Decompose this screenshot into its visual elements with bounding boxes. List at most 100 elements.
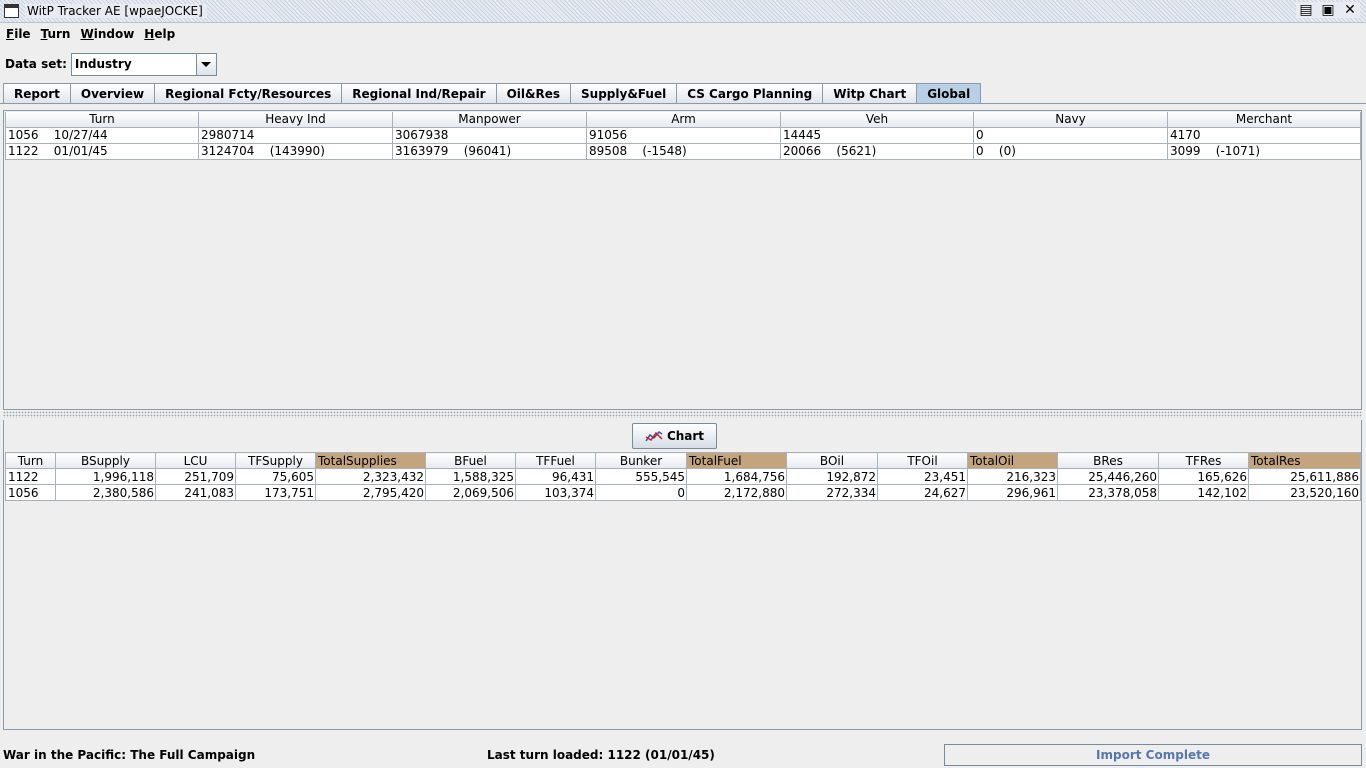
column-header[interactable]: LCU — [155, 452, 236, 469]
menu-mnemonic: H — [144, 27, 155, 41]
column-header[interactable]: TotalRes — [1248, 452, 1361, 469]
totals-panel: Chart Turn BSupply LCU TFSupply TotalSupplie… — [3, 420, 1362, 730]
column-header[interactable]: Manpower — [392, 112, 587, 128]
minimize-icon[interactable]: ▤ — [1298, 2, 1314, 18]
column-header[interactable]: Bunker — [595, 452, 687, 469]
table-row[interactable]: 1056 10/27/44 2980714 3067938 91056 14445 0 41… — [5, 126, 1361, 144]
menu-bar: File Turn Window Help — [0, 24, 1366, 44]
table-cell: 2,795,420 — [315, 484, 426, 501]
dataset-select[interactable]: Industry — [70, 52, 217, 76]
table-cell: 1,684,756 — [686, 468, 787, 485]
table-cell: 1056 10/27/44 — [5, 126, 199, 144]
column-header[interactable]: BFuel — [425, 452, 516, 469]
column-header[interactable]: Navy — [973, 112, 1168, 128]
menu-file[interactable]: File — [1, 27, 36, 41]
table-cell: 25,446,260 — [1057, 468, 1159, 485]
table-cell: 173,751 — [235, 484, 316, 501]
table-cell: 24,627 — [877, 484, 968, 501]
status-game-name: War in the Pacific: The Full Campaign — [3, 748, 256, 762]
menu-label: urn — [47, 27, 71, 41]
menu-turn[interactable]: Turn — [36, 27, 76, 41]
table-cell: 192,872 — [786, 468, 878, 485]
table-cell: 2,172,880 — [686, 484, 787, 501]
table-cell: 241,083 — [155, 484, 236, 501]
tab-supply-fuel[interactable]: Supply&Fuel — [570, 83, 678, 103]
chart-icon — [645, 431, 663, 442]
column-header[interactable]: Turn — [5, 112, 199, 128]
table-row[interactable]: 1056 2,380,586 241,083 173,751 2,795,420 2,06… — [5, 484, 1361, 501]
menu-label: elp — [154, 27, 176, 41]
column-header[interactable]: TFSupply — [235, 452, 316, 469]
dataset-label: Data set: — [5, 57, 67, 71]
table-cell: 3163979 (96041) — [392, 142, 587, 160]
table-cell: 75,605 — [235, 468, 316, 485]
window-title: WitP Tracker AE [wpaeJOCKE] — [25, 4, 207, 18]
column-header[interactable]: BOil — [786, 452, 878, 469]
dropdown-arrow[interactable] — [195, 53, 216, 75]
table-cell: 296,961 — [967, 484, 1058, 501]
table-cell: 1122 01/01/45 — [5, 142, 199, 160]
tab-oil-res[interactable]: Oil&Res — [495, 83, 572, 103]
column-header[interactable]: TFRes — [1158, 452, 1249, 469]
table-cell: 3124704 (143990) — [198, 142, 393, 160]
column-header[interactable]: Heavy Ind — [198, 112, 393, 128]
table-cell: 96,431 — [515, 468, 596, 485]
table-cell: 3099 (-1071) — [1167, 142, 1361, 160]
window-controls: ▤ ▣ ✕ — [1296, 2, 1360, 18]
table-cell: 142,102 — [1158, 484, 1249, 501]
table-row[interactable]: 1122 01/01/45 3124704 (143990) 3163979 (96… — [5, 142, 1361, 160]
column-header[interactable]: TFFuel — [515, 452, 596, 469]
chevron-down-icon — [201, 61, 212, 67]
column-header[interactable]: TFOil — [877, 452, 968, 469]
table-cell: 1,996,118 — [55, 468, 156, 485]
table-cell: 2,323,432 — [315, 468, 426, 485]
status-last-turn: Last turn loaded: 1122 (01/01/45) — [487, 748, 715, 762]
table-cell: 2,380,586 — [55, 484, 156, 501]
column-header[interactable]: TotalSupplies — [315, 452, 426, 469]
table-cell: 0 — [595, 484, 687, 501]
industry-panel: Turn Heavy Ind Manpower Arm Veh Navy Merchant … — [3, 110, 1362, 410]
table-cell: 251,709 — [155, 468, 236, 485]
menu-help[interactable]: Help — [139, 27, 180, 41]
table-cell: 216,323 — [967, 468, 1058, 485]
tab-global[interactable]: Global — [916, 83, 982, 103]
table-row[interactable]: 1122 1,996,118 251,709 75,605 2,323,432 1,588… — [5, 468, 1361, 485]
industry-table: Turn Heavy Ind Manpower Arm Veh Navy Merchant … — [5, 112, 1361, 160]
tab-regional-fcty-resources[interactable]: Regional Fcty/Resources — [154, 83, 343, 103]
column-header[interactable]: Arm — [586, 112, 781, 128]
table-cell: 4170 — [1167, 126, 1361, 144]
close-icon[interactable]: ✕ — [1342, 2, 1358, 18]
column-header[interactable]: TotalFuel — [686, 452, 787, 469]
maximize-icon[interactable]: ▣ — [1320, 2, 1336, 18]
tab-overview[interactable]: Overview — [69, 83, 156, 103]
table-cell: 103,374 — [515, 484, 596, 501]
table-cell: 555,545 — [595, 468, 687, 485]
chart-button-label: Chart — [666, 429, 705, 443]
tab-witp-chart[interactable]: Witp Chart — [822, 83, 918, 103]
table-cell: 89508 (-1548) — [586, 142, 781, 160]
column-header[interactable]: TotalOil — [967, 452, 1058, 469]
table-cell: 0 — [973, 126, 1168, 144]
table-cell: 0 (0) — [973, 142, 1168, 160]
table-cell: 1056 — [5, 484, 56, 501]
tab-cs-cargo-planning[interactable]: CS Cargo Planning — [676, 83, 824, 103]
column-header[interactable]: Turn — [5, 452, 56, 469]
column-header[interactable]: Merchant — [1167, 112, 1361, 128]
import-progress-bar: Import Complete — [944, 744, 1362, 766]
title-bar[interactable]: WitP Tracker AE [wpaeJOCKE] ▤ ▣ ✕ — [0, 0, 1366, 23]
column-header[interactable]: Veh — [780, 112, 974, 128]
column-header[interactable]: BRes — [1057, 452, 1159, 469]
chart-button[interactable]: Chart — [632, 423, 717, 449]
split-pane-divider[interactable] — [3, 411, 1362, 418]
tab-regional-ind-repair[interactable]: Regional Ind/Repair — [341, 83, 497, 103]
column-header[interactable]: BSupply — [55, 452, 156, 469]
table-cell: 165,626 — [1158, 468, 1249, 485]
table-cell: 272,334 — [786, 484, 878, 501]
tab-divider — [0, 103, 1366, 104]
window-icon — [4, 4, 19, 18]
menu-mnemonic: F — [6, 27, 15, 41]
tab-report[interactable]: Report — [3, 83, 71, 103]
menu-window[interactable]: Window — [75, 27, 139, 41]
menu-label: indow — [93, 27, 135, 41]
table-cell: 3067938 — [392, 126, 587, 144]
